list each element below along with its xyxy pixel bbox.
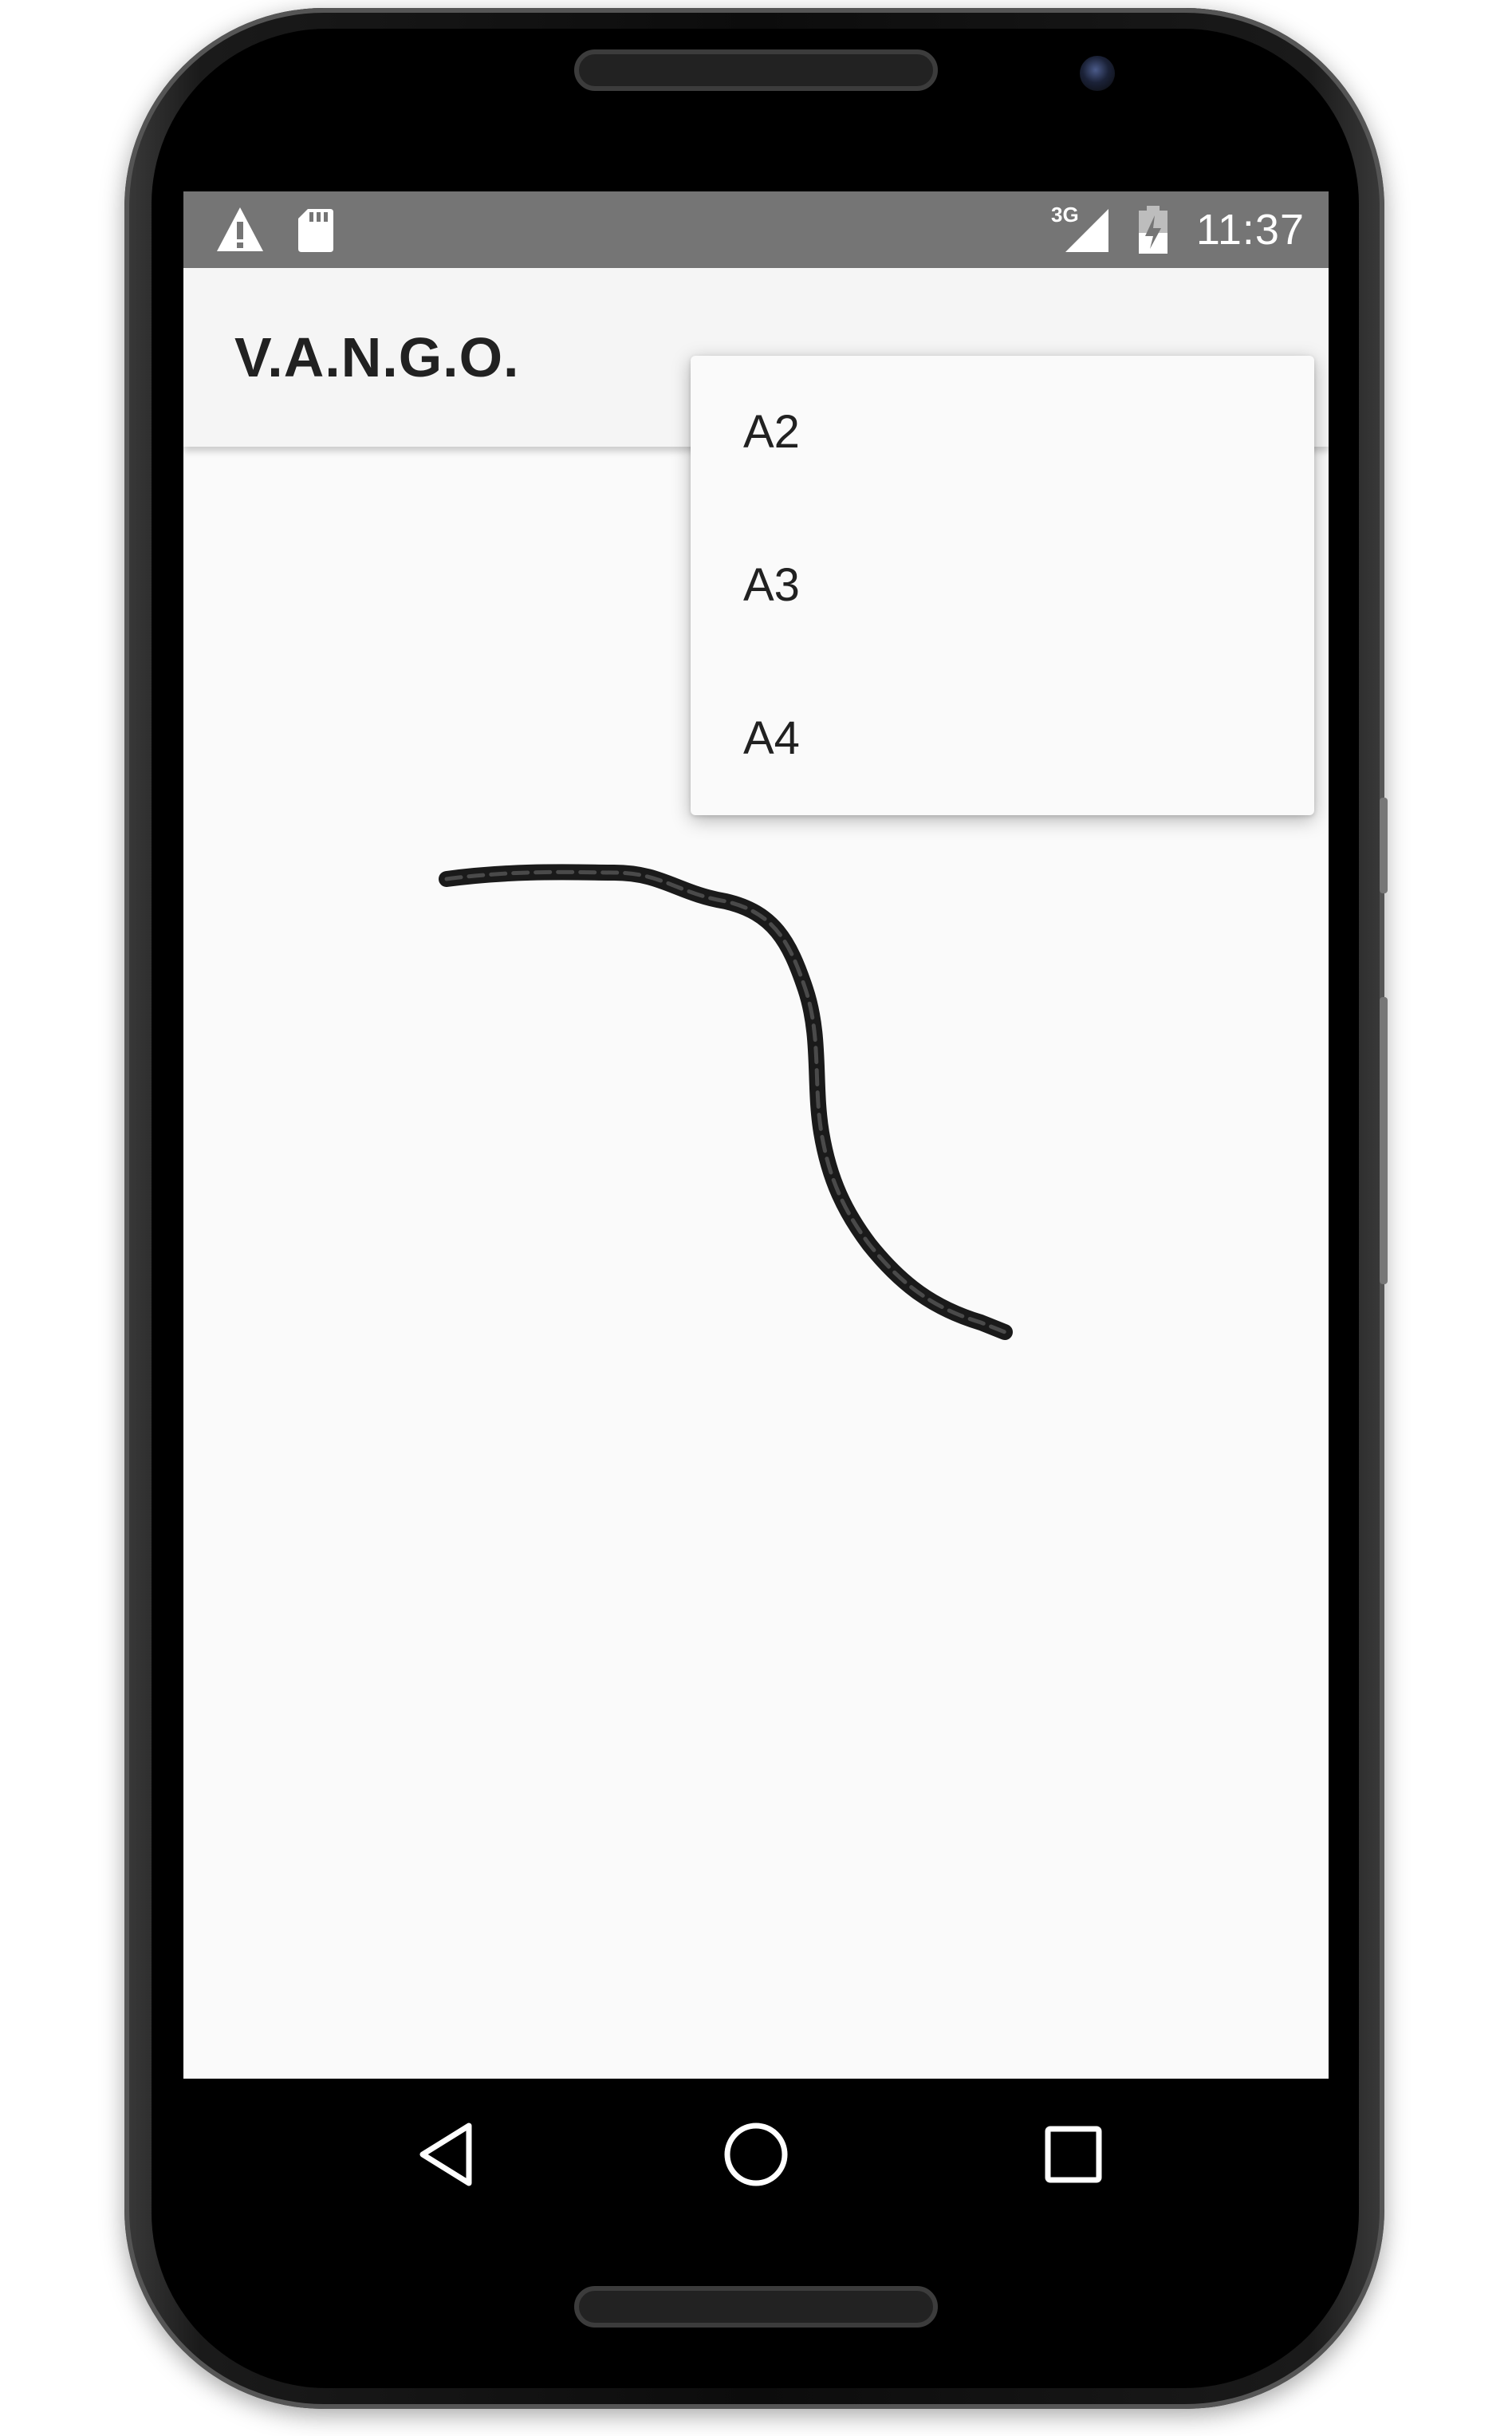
brush-stroke (439, 864, 1013, 1340)
navigation-bar (183, 2079, 1329, 2230)
recents-icon[interactable] (1034, 2115, 1113, 2194)
menu-item-a2[interactable]: A2 (691, 356, 1314, 509)
bottom-speaker (574, 2286, 938, 2328)
volume-button (1380, 997, 1388, 1284)
menu-item-a4[interactable]: A4 (691, 662, 1314, 815)
status-bar: 3G 11:37 (183, 191, 1329, 268)
app-title: V.A.N.G.O. (234, 326, 520, 388)
overflow-menu: A2 A3 A4 (691, 356, 1314, 815)
menu-item-a3[interactable]: A3 (691, 509, 1314, 662)
signal-icon (1065, 209, 1108, 252)
device-frame: 3G 11:37 V.A.N.G.O. A2 A3 A4 (0, 0, 1512, 2436)
back-icon[interactable] (407, 2115, 486, 2194)
sd-card-icon (298, 209, 333, 252)
front-camera (1080, 56, 1115, 91)
screen: 3G 11:37 V.A.N.G.O. A2 A3 A4 (183, 191, 1329, 2079)
power-button (1380, 798, 1388, 893)
home-icon[interactable] (716, 2115, 796, 2194)
clock: 11:37 (1195, 206, 1305, 254)
app-body: V.A.N.G.O. A2 A3 A4 (183, 268, 1329, 2079)
battery-icon (1139, 206, 1167, 254)
brush-stroke-texture (444, 869, 1007, 1334)
top-speaker (574, 49, 938, 91)
warning-icon (217, 207, 263, 251)
